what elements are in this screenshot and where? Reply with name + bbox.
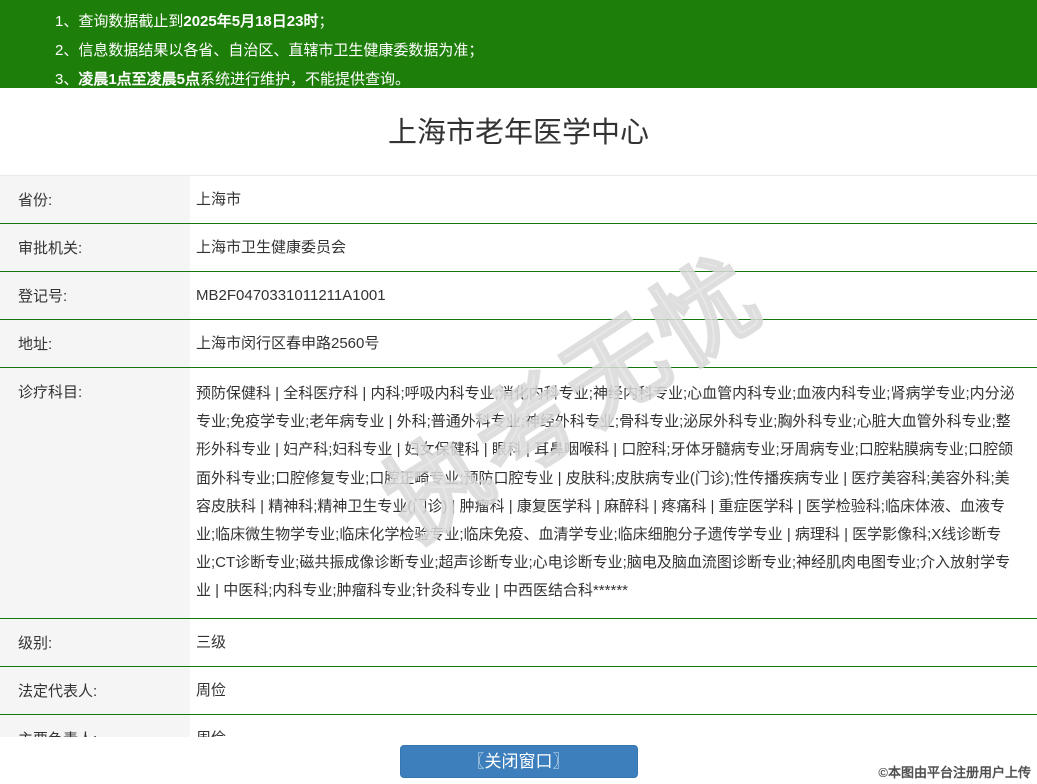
table-row-medical-subjects: 诊疗科目: 预防保健科 | 全科医疗科 | 内科;呼吸内科专业;消化内科专业;神…	[0, 368, 1037, 619]
table-row-address: 地址: 上海市闵行区春申路2560号	[0, 320, 1037, 368]
row-label: 审批机关:	[0, 224, 190, 271]
notice-line-1: 1、查询数据截止到2025年5月18日23时；	[55, 7, 1017, 36]
page-title: 上海市老年医学中心	[387, 117, 649, 149]
row-value: 上海市闵行区春申路2560号	[190, 320, 1037, 367]
row-value: 预防保健科 | 全科医疗科 | 内科;呼吸内科专业;消化内科专业;神经内科专业;…	[190, 368, 1037, 618]
table-row-province: 省份: 上海市	[0, 176, 1037, 224]
table-row-level: 级别: 三级	[0, 618, 1037, 667]
notice-line-3-bold: 凌晨1点至凌晨5点	[78, 71, 201, 88]
row-label: 诊疗科目:	[0, 368, 190, 618]
row-value: 周俭	[190, 666, 1037, 714]
notice-line-1-bold: 2025年5月18日23时	[183, 13, 319, 30]
row-value: MB2F0470331011211A1001	[190, 272, 1037, 319]
row-value: 上海市卫生健康委员会	[190, 224, 1037, 271]
notice-line-2-text: 信息数据结果以各省、自治区、直辖市卫生健康委数据为准；	[78, 42, 484, 59]
close-window-button[interactable]: 〖关闭窗口〗	[399, 745, 638, 778]
table-row-legal-representative: 法定代表人: 周俭	[0, 666, 1037, 715]
row-label: 级别:	[0, 618, 190, 666]
notice-line-1-text: 查询数据截止到	[78, 13, 184, 30]
notice-line-2-number: 2、	[55, 42, 79, 59]
row-label: 地址:	[0, 320, 190, 367]
row-label: 法定代表人:	[0, 666, 190, 714]
row-value: 上海市	[190, 176, 1037, 223]
notice-line-1-punct: ；	[318, 13, 334, 30]
notice-line-2: 2、信息数据结果以各省、自治区、直辖市卫生健康委数据为准；	[55, 36, 1017, 65]
notice-line-3-text: 系统进行维护，不能提供查询。	[200, 71, 411, 88]
uploader-watermark: ©本图由平台注册用户上传	[878, 765, 1031, 780]
table-row-approval-authority: 审批机关: 上海市卫生健康委员会	[0, 224, 1037, 272]
row-label: 省份:	[0, 176, 190, 223]
notice-line-3: 3、凌晨1点至凌晨5点系统进行维护，不能提供查询。	[55, 65, 1017, 94]
notice-line-3-number: 3、	[55, 71, 79, 88]
notice-line-1-number: 1、	[55, 13, 79, 30]
row-label: 登记号:	[0, 272, 190, 319]
row-value: 三级	[190, 618, 1037, 666]
table-row-registration-number: 登记号: MB2F0470331011211A1001	[0, 272, 1037, 320]
notice-header: 1、查询数据截止到2025年5月18日23时； 2、信息数据结果以各省、自治区、…	[0, 0, 1037, 88]
institution-info-table: 省份: 上海市 审批机关: 上海市卫生健康委员会 登记号: MB2F047033…	[0, 175, 1037, 763]
